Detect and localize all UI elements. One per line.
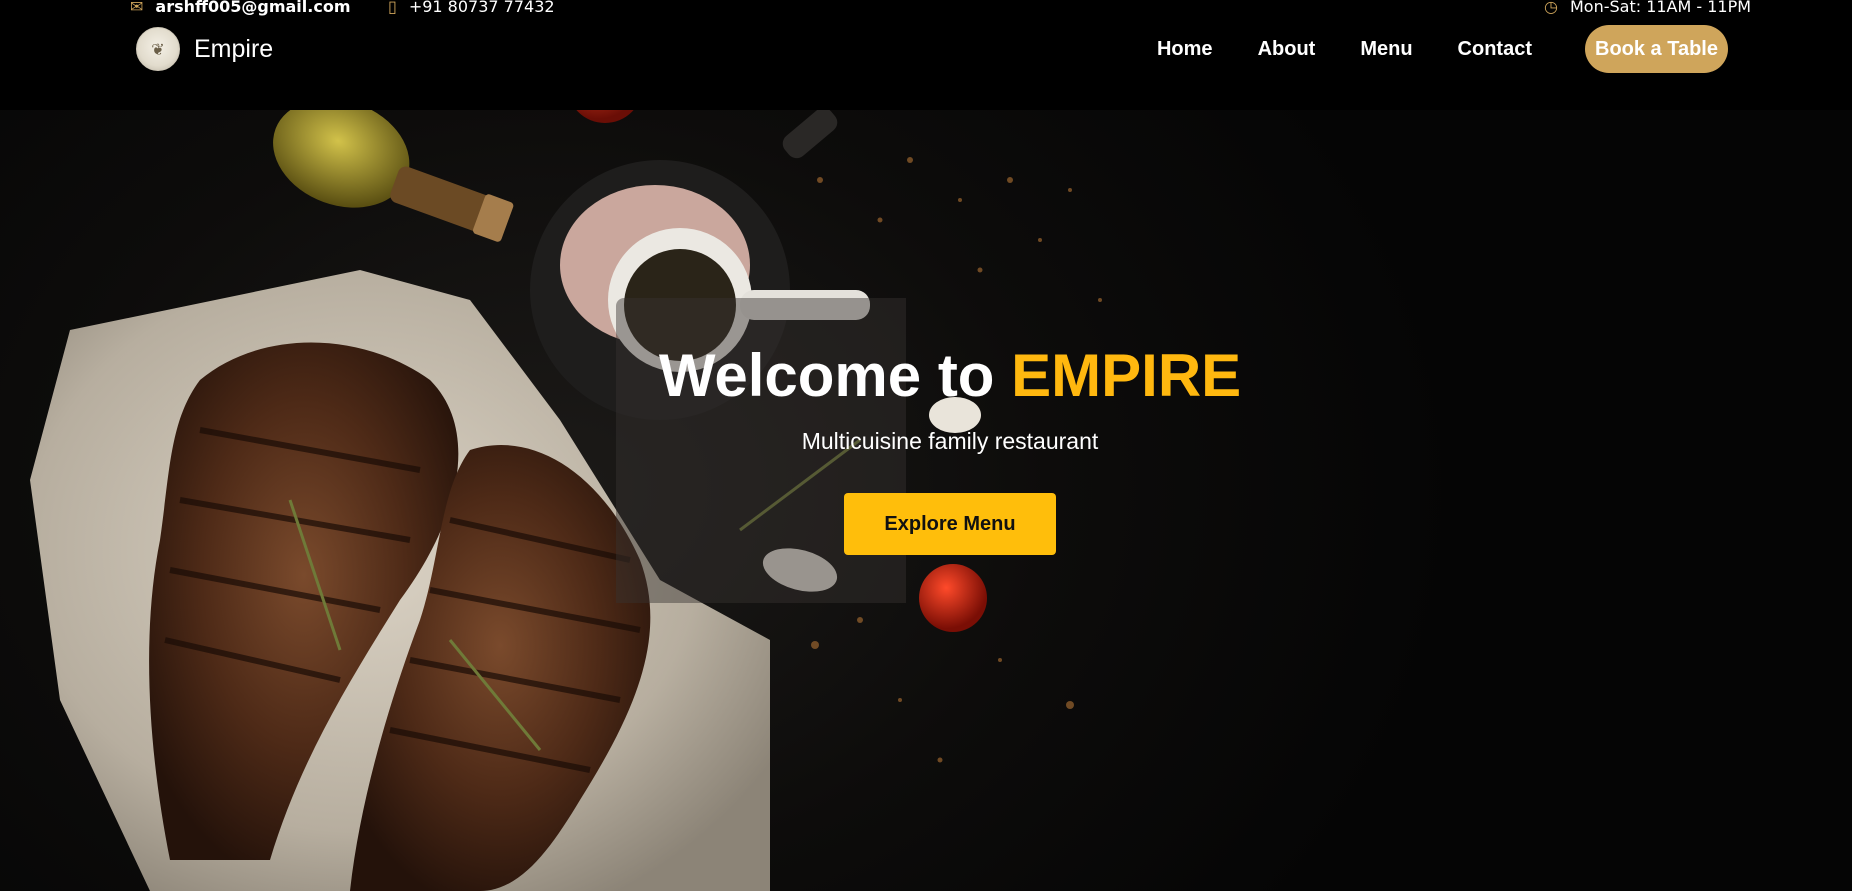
phone-icon: ▯ — [388, 0, 397, 16]
hero-section: Welcome to EMPIRE Multicuisine family re… — [600, 330, 1300, 555]
nav-home[interactable]: Home — [1157, 38, 1213, 61]
explore-menu-button[interactable]: Explore Menu — [844, 493, 1056, 555]
hours-text: Mon-Sat: 11AM - 11PM — [1569, 0, 1752, 16]
hero-subtitle: Multicuisine family restaurant — [801, 428, 1099, 454]
nav-contact[interactable]: Contact — [1458, 38, 1532, 61]
contact-hours: ◷ Mon-Sat: 11AM - 11PM — [1544, 0, 1751, 16]
email-text: arshff005@gmail.com — [155, 0, 351, 16]
contact-info-bar: ✉ arshff005@gmail.com ▯ +91 80737 77432 … — [0, 0, 1852, 18]
contact-phone[interactable]: ▯ +91 80737 77432 — [388, 0, 555, 16]
main-navigation: Home About Menu Contact Book a Table — [1112, 25, 1728, 73]
top-header: ✉ arshff005@gmail.com ▯ +91 80737 77432 … — [0, 0, 1852, 110]
hero-title-accent: EMPIRE — [1011, 342, 1242, 409]
tomato-bottom — [919, 564, 987, 632]
logo-icon: ❦ — [136, 27, 180, 71]
brand-name: Empire — [194, 34, 274, 63]
nav-menu[interactable]: Menu — [1360, 38, 1412, 61]
hero-title: Welcome to EMPIRE — [600, 330, 1300, 422]
mail-icon: ✉ — [130, 0, 144, 16]
phone-text: +91 80737 77432 — [408, 0, 555, 16]
clock-icon: ◷ — [1544, 0, 1558, 16]
book-table-button[interactable]: Book a Table — [1585, 25, 1728, 73]
nav-about[interactable]: About — [1258, 38, 1316, 61]
hero-title-main: Welcome to — [658, 342, 1012, 409]
page: ✉ arshff005@gmail.com ▯ +91 80737 77432 … — [0, 0, 1852, 891]
brand[interactable]: ❦ Empire — [136, 27, 273, 71]
contact-email[interactable]: ✉ arshff005@gmail.com — [130, 0, 350, 16]
